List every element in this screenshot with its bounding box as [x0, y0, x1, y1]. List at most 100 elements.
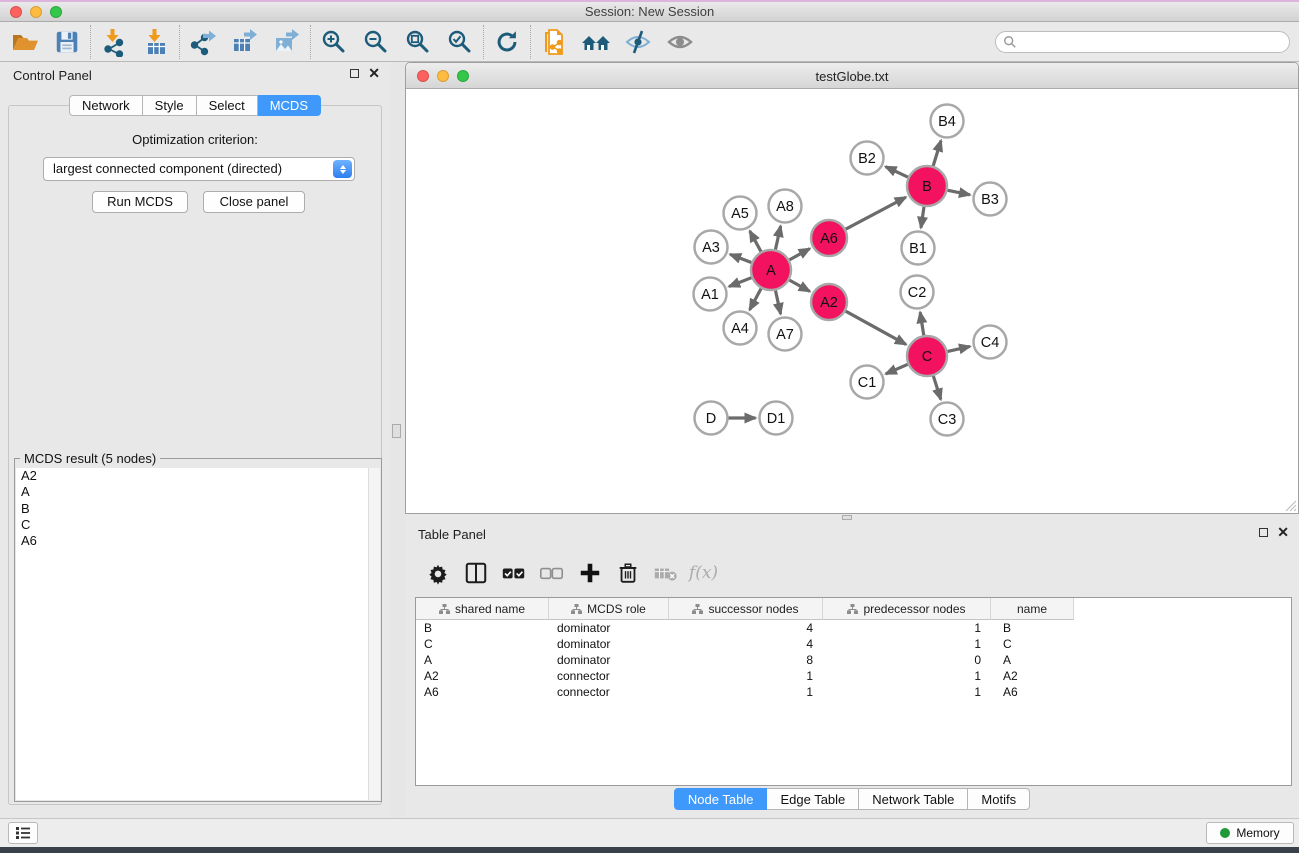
node-B3[interactable]: B3 — [974, 183, 1007, 216]
node-A2[interactable]: A2 — [811, 284, 847, 320]
export-network-icon[interactable] — [182, 25, 224, 59]
column-header-shared-name[interactable]: shared name — [416, 598, 549, 620]
edge-A-A3[interactable] — [730, 254, 752, 263]
edge-A6-B[interactable] — [845, 197, 906, 229]
node-C2[interactable]: C2 — [901, 276, 934, 309]
save-session-icon[interactable] — [46, 25, 88, 59]
node-D[interactable]: D — [695, 402, 728, 435]
node-A4[interactable]: A4 — [724, 312, 757, 345]
refresh-styles-icon[interactable] — [486, 25, 528, 59]
node-A5[interactable]: A5 — [724, 197, 757, 230]
import-table-icon[interactable] — [135, 25, 177, 59]
tab-style[interactable]: Style — [143, 95, 197, 116]
column-header-successor-nodes[interactable]: successor nodes — [669, 598, 823, 620]
network-canvas[interactable]: ABCA6A2A5A8A3A1A4A7B2B4B3B1C2C4C1C3DD1 — [406, 89, 1298, 514]
edge-A-A1[interactable] — [729, 277, 752, 286]
criterion-dropdown[interactable]: largest connected component (directed) — [43, 157, 355, 181]
memory-button[interactable]: Memory — [1206, 822, 1294, 844]
table-cell[interactable]: 1 — [823, 668, 991, 684]
node-B4[interactable]: B4 — [931, 105, 964, 138]
float-panel-icon[interactable] — [1259, 528, 1268, 537]
dropdown-stepper-icon[interactable] — [333, 160, 352, 178]
export-table-icon[interactable] — [224, 25, 266, 59]
column-header-name[interactable]: name — [991, 598, 1074, 620]
edge-C-C3[interactable] — [933, 375, 941, 399]
window-resize-grip[interactable] — [1284, 499, 1297, 512]
table-cell[interactable]: connector — [549, 684, 669, 700]
close-panel-button[interactable]: Close panel — [203, 191, 305, 213]
node-B1[interactable]: B1 — [902, 232, 935, 265]
table-row[interactable]: Bdominator41B — [416, 620, 1291, 636]
node-D1[interactable]: D1 — [760, 402, 793, 435]
delete-table-icon[interactable] — [653, 561, 678, 586]
add-column-icon[interactable] — [577, 561, 602, 586]
column-layout-icon[interactable] — [463, 561, 488, 586]
table-cell[interactable]: 8 — [669, 652, 823, 668]
zoom-fit-icon[interactable] — [397, 25, 439, 59]
deselect-all-icon[interactable] — [539, 561, 564, 586]
table-cell[interactable]: 0 — [823, 652, 991, 668]
edge-A-A5[interactable] — [750, 231, 762, 252]
edge-A-A7[interactable] — [775, 290, 780, 314]
float-panel-icon[interactable] — [350, 69, 359, 78]
result-item[interactable]: B — [16, 501, 380, 517]
table-cell[interactable]: B — [416, 620, 549, 636]
mcds-result-list[interactable]: A2ABCA6 — [16, 468, 380, 800]
result-item[interactable]: A — [16, 484, 380, 500]
tab-network-table[interactable]: Network Table — [859, 788, 968, 810]
node-A[interactable]: A — [751, 250, 791, 290]
select-all-icon[interactable] — [501, 561, 526, 586]
table-cell[interactable]: dominator — [549, 636, 669, 652]
search-input[interactable] — [995, 31, 1290, 53]
tab-mcds[interactable]: MCDS — [258, 95, 321, 116]
table-cell[interactable]: 4 — [669, 620, 823, 636]
close-panel-icon[interactable]: ✕ — [368, 68, 380, 78]
node-C4[interactable]: C4 — [974, 326, 1007, 359]
node-B[interactable]: B — [907, 166, 947, 206]
edge-B-B2[interactable] — [886, 167, 909, 178]
panel-divider-vertical[interactable] — [390, 62, 405, 818]
table-row[interactable]: A2connector11A2 — [416, 668, 1291, 684]
table-cell[interactable]: connector — [549, 668, 669, 684]
zoom-in-icon[interactable] — [313, 25, 355, 59]
tab-node-table[interactable]: Node Table — [674, 788, 768, 810]
result-item[interactable]: A2 — [16, 468, 380, 484]
node-C[interactable]: C — [907, 336, 947, 376]
table-cell[interactable]: A6 — [991, 684, 1074, 700]
node-C3[interactable]: C3 — [931, 403, 964, 436]
edge-B-B1[interactable] — [921, 206, 924, 228]
node-table[interactable]: shared nameMCDS rolesuccessor nodesprede… — [415, 597, 1292, 786]
tab-network[interactable]: Network — [69, 95, 143, 116]
column-header-MCDS-role[interactable]: MCDS role — [549, 598, 669, 620]
run-mcds-button[interactable]: Run MCDS — [92, 191, 188, 213]
tab-motifs[interactable]: Motifs — [968, 788, 1030, 810]
edge-A-A8[interactable] — [775, 226, 780, 250]
node-C1[interactable]: C1 — [851, 366, 884, 399]
tab-edge-table[interactable]: Edge Table — [767, 788, 859, 810]
open-session-icon[interactable] — [4, 25, 46, 59]
tab-select[interactable]: Select — [197, 95, 258, 116]
edge-C-C4[interactable] — [947, 346, 970, 351]
import-network-icon[interactable] — [93, 25, 135, 59]
table-cell[interactable]: 1 — [823, 620, 991, 636]
edge-A-A6[interactable] — [789, 249, 810, 261]
column-header-predecessor-nodes[interactable]: predecessor nodes — [823, 598, 991, 620]
first-neighbors-icon[interactable] — [575, 25, 617, 59]
divider-handle[interactable] — [392, 424, 401, 438]
table-cell[interactable]: 1 — [823, 636, 991, 652]
table-row[interactable]: A6connector11A6 — [416, 684, 1291, 700]
zoom-out-icon[interactable] — [355, 25, 397, 59]
table-cell[interactable]: A6 — [416, 684, 549, 700]
node-A3[interactable]: A3 — [695, 231, 728, 264]
result-item[interactable]: C — [16, 517, 380, 533]
table-cell[interactable]: 1 — [669, 684, 823, 700]
result-list-scrollbar[interactable] — [368, 468, 380, 800]
edge-B-B3[interactable] — [947, 190, 970, 195]
divider-handle[interactable] — [842, 515, 852, 520]
edge-C-C1[interactable] — [886, 364, 909, 374]
table-cell[interactable]: dominator — [549, 620, 669, 636]
table-cell[interactable]: A2 — [416, 668, 549, 684]
table-cell[interactable]: B — [991, 620, 1074, 636]
table-cell[interactable]: 1 — [669, 668, 823, 684]
network-from-selection-icon[interactable] — [533, 25, 575, 59]
